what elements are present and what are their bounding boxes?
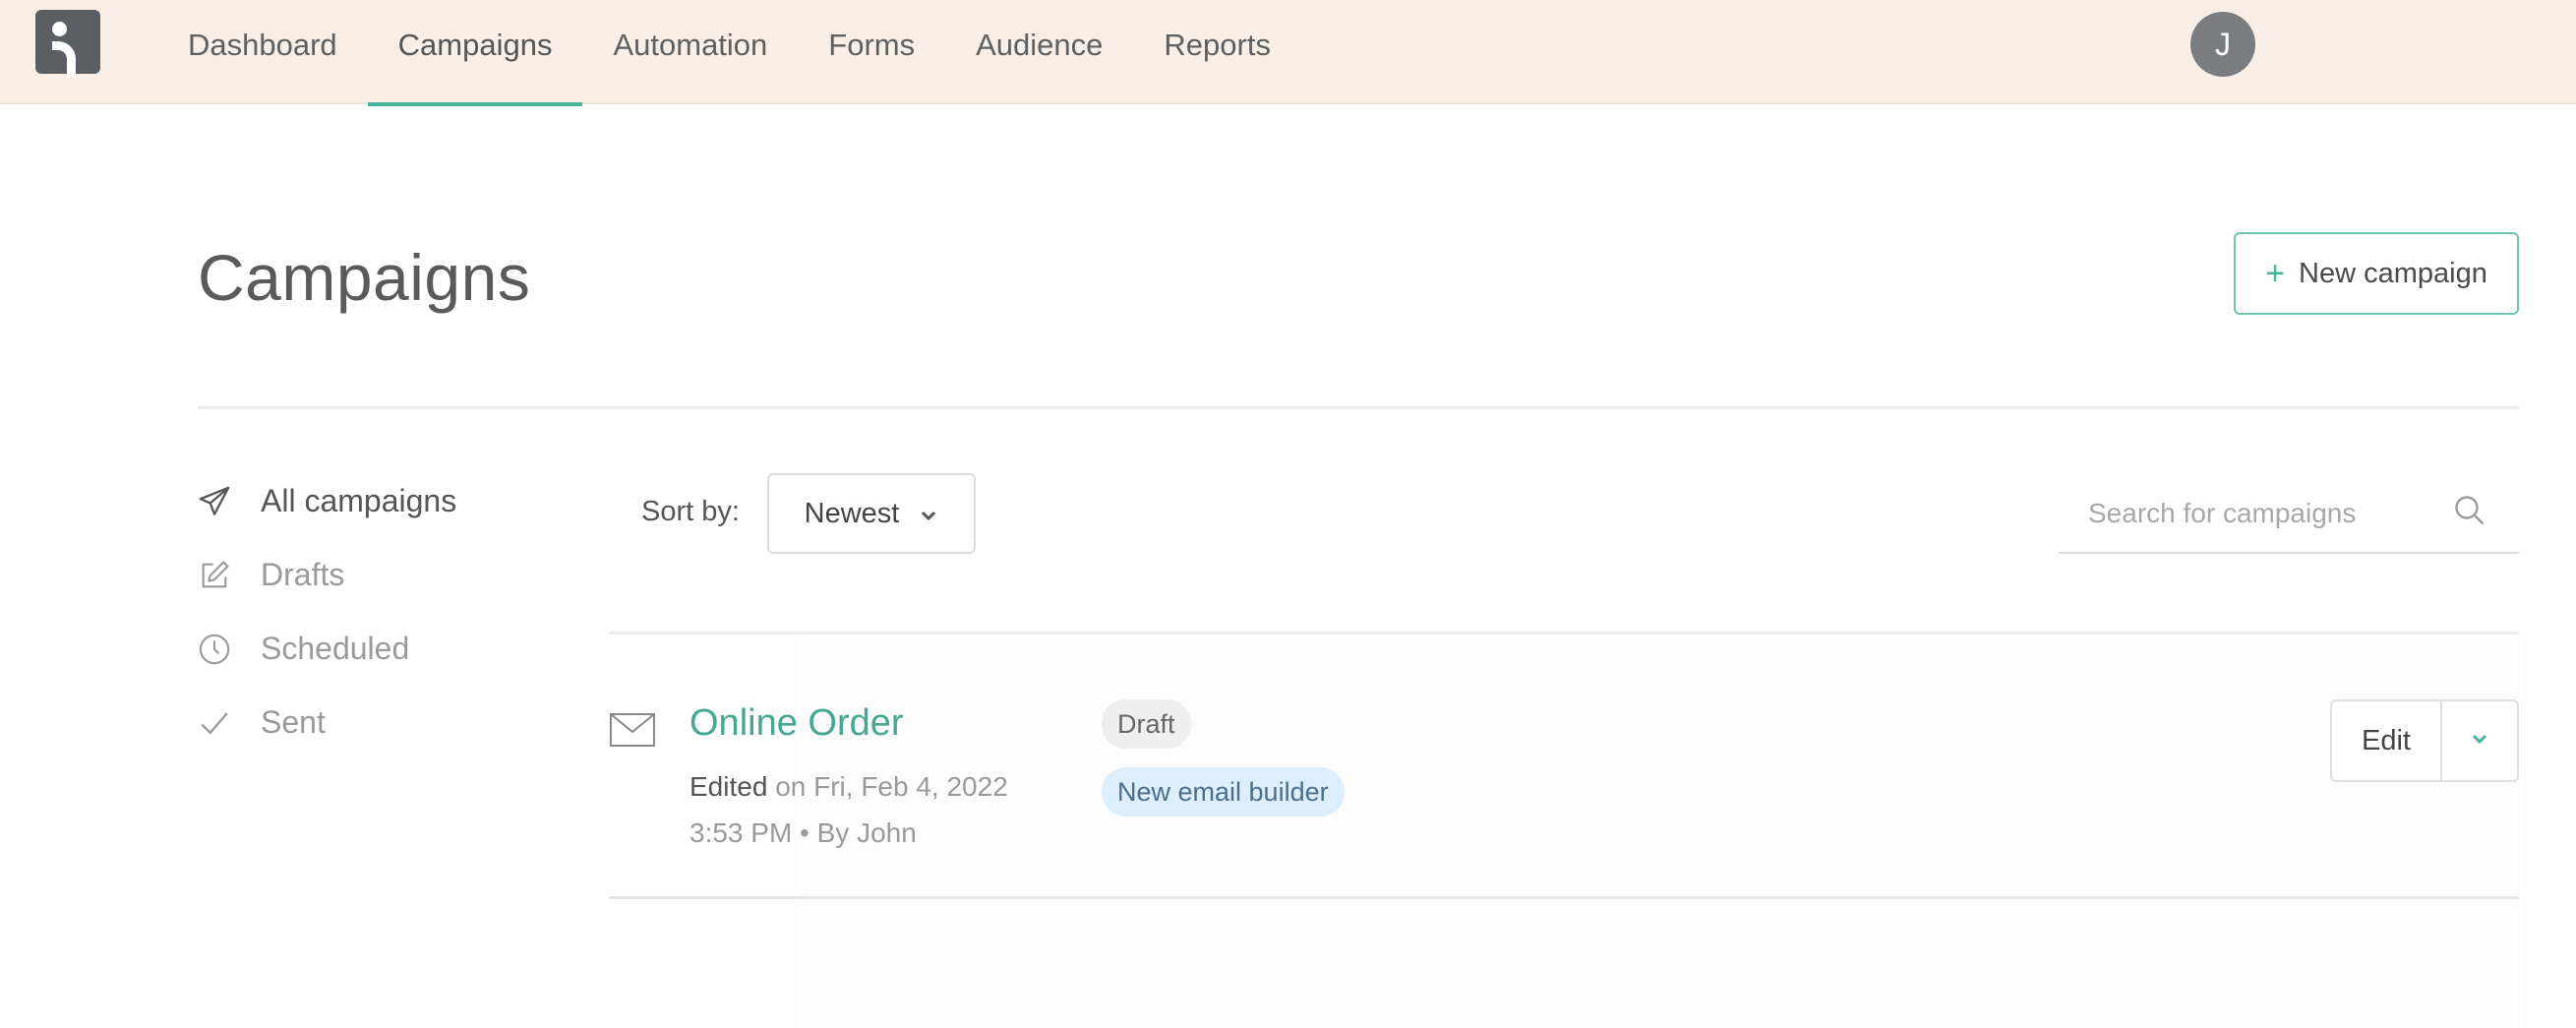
sidebar-item-label: Sent xyxy=(261,704,326,740)
clock-icon xyxy=(198,633,261,666)
campaign-edited-info: Edited on Fri, Feb 4, 2022 3:53 PM • By … xyxy=(689,763,1063,856)
nav-automation[interactable]: Automation xyxy=(582,0,798,104)
sidebar-item-drafts[interactable]: Drafts xyxy=(198,538,456,612)
sidebar-item-all-campaigns[interactable]: All campaigns xyxy=(198,464,456,538)
nav-audience[interactable]: Audience xyxy=(945,0,1133,104)
top-navbar: Dashboard Campaigns Automation Forms Aud… xyxy=(0,0,2576,106)
builder-badge: New email builder xyxy=(1102,767,1345,816)
nav-reports[interactable]: Reports xyxy=(1133,0,1301,104)
search-icon[interactable] xyxy=(2452,493,2487,533)
pencil-square-icon xyxy=(198,559,261,592)
sidebar-item-label: Drafts xyxy=(261,557,345,592)
sort-label: Sort by: xyxy=(641,496,740,527)
sidebar-item-sent[interactable]: Sent xyxy=(198,686,456,759)
nav-forms[interactable]: Forms xyxy=(798,0,945,104)
header-divider xyxy=(198,406,2519,409)
user-avatar[interactable]: J xyxy=(2190,12,2255,77)
campaign-search xyxy=(2059,473,2519,554)
sort-dropdown[interactable]: Newest xyxy=(767,473,976,554)
edited-label: Edited xyxy=(689,771,768,802)
search-input[interactable] xyxy=(2088,493,2442,534)
campaign-name-link[interactable]: Online Order xyxy=(689,702,904,745)
new-campaign-button[interactable]: + New campaign xyxy=(2234,232,2519,315)
edit-options-dropdown[interactable] xyxy=(2442,701,2517,780)
paper-plane-icon xyxy=(198,485,261,518)
envelope-icon xyxy=(609,710,656,755)
plus-icon: + xyxy=(2265,254,2286,292)
nav-dashboard[interactable]: Dashboard xyxy=(157,0,368,104)
edit-button[interactable]: Edit xyxy=(2332,701,2442,780)
page-title: Campaigns xyxy=(198,241,531,314)
sort-value: Newest xyxy=(804,497,900,529)
check-icon xyxy=(198,706,261,740)
main-nav: Dashboard Campaigns Automation Forms Aud… xyxy=(157,0,1301,106)
app-logo[interactable] xyxy=(35,10,100,77)
new-campaign-label: New campaign xyxy=(2299,257,2487,289)
sidebar-item-label: All campaigns xyxy=(261,483,457,518)
sidebar-item-scheduled[interactable]: Scheduled xyxy=(198,612,456,686)
sidebar-item-label: Scheduled xyxy=(261,631,410,666)
chevron-down-icon xyxy=(2470,732,2489,751)
nav-campaigns[interactable]: Campaigns xyxy=(367,0,583,106)
status-badge: Draft xyxy=(1102,699,1191,749)
edit-button-group: Edit xyxy=(2330,699,2519,782)
chevron-down-icon xyxy=(919,498,938,530)
campaign-filter-sidebar: All campaigns Drafts Scheduled Sent xyxy=(198,464,456,759)
list-bottom-divider xyxy=(609,896,2519,899)
